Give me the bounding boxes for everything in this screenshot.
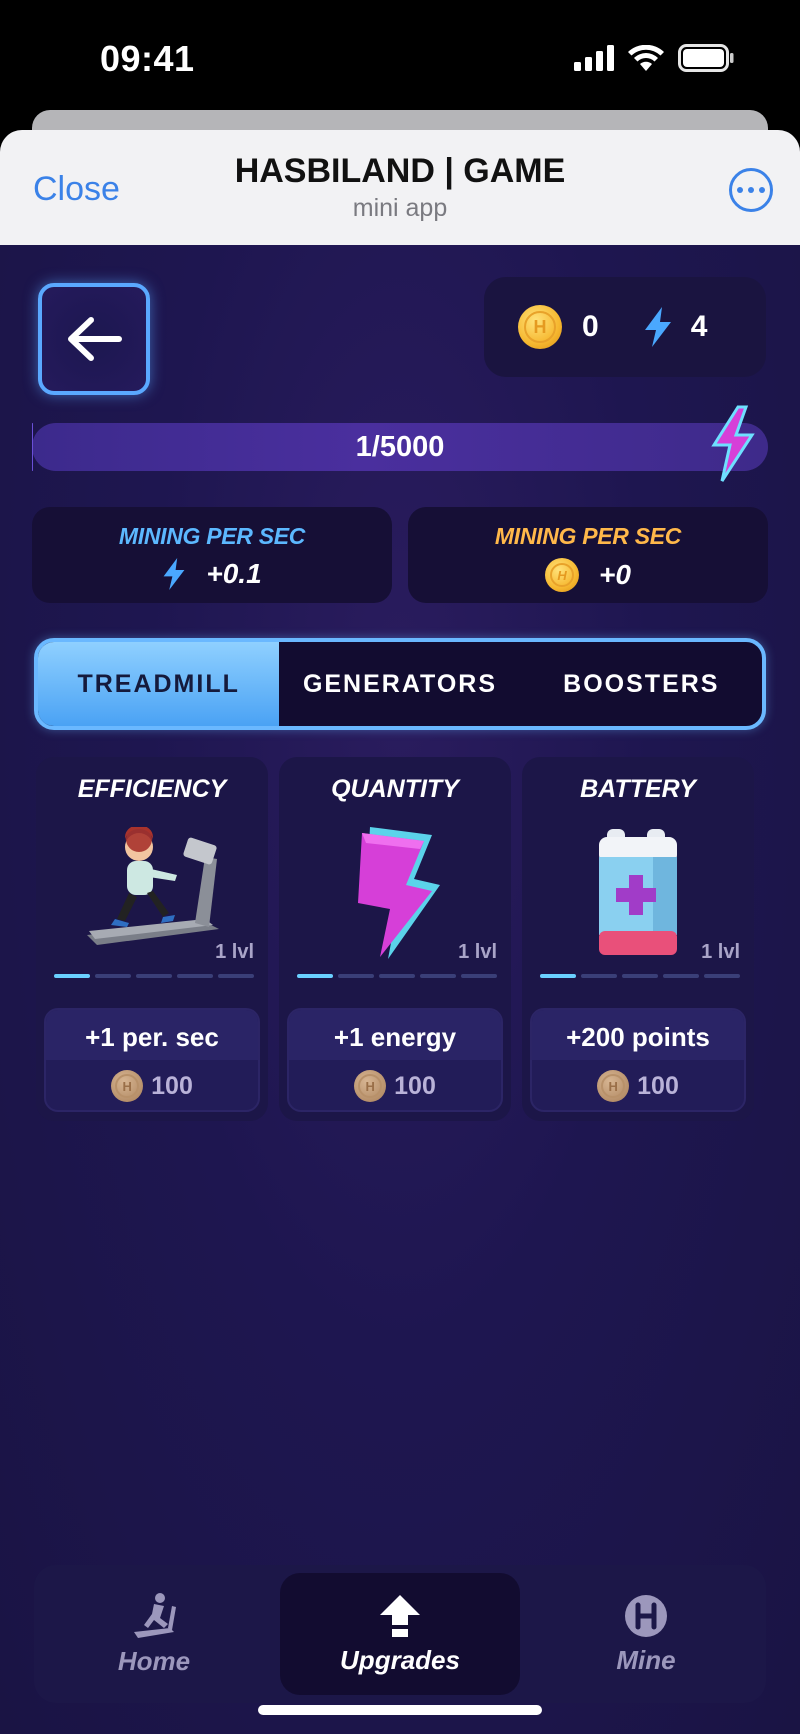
- buy-button[interactable]: +1 per. sec H 100: [44, 1008, 260, 1112]
- balance-panel: H 0 4: [484, 277, 766, 377]
- level-segment: [177, 974, 213, 978]
- level-progress: [297, 974, 497, 978]
- coin-icon: H: [597, 1070, 630, 1102]
- level-label: 1 lvl: [701, 941, 740, 963]
- level-segment: [420, 974, 456, 978]
- bonus-label: +200 points: [532, 1010, 744, 1060]
- level-progress: [540, 974, 740, 978]
- energy-balance: 4: [690, 310, 708, 343]
- battery-status-icon: [678, 44, 734, 72]
- level-segment: [338, 974, 374, 978]
- coin-balance: 0: [582, 310, 599, 343]
- level-segment: [540, 974, 576, 978]
- upgrade-tabs: TREADMILL GENERATORS BOOSTERS: [34, 638, 766, 730]
- status-icons: [574, 44, 734, 72]
- mining-energy-value: +0.1: [206, 558, 262, 589]
- mini-app-title: HASBILAND | GAME: [234, 152, 566, 190]
- mining-energy-title: MINING PER SEC: [118, 523, 306, 549]
- battery-icon: [599, 829, 677, 955]
- level-progress: [54, 974, 254, 978]
- status-bar: 09:41: [0, 0, 800, 120]
- treadmill-runner-icon: [87, 827, 219, 945]
- lightning-icon: [644, 307, 671, 347]
- level-segment: [622, 974, 658, 978]
- treadmill-icon: [134, 1592, 176, 1638]
- home-indicator: [258, 1705, 542, 1715]
- nav-mine[interactable]: Mine: [526, 1565, 766, 1703]
- card-title: BATTERY: [580, 775, 696, 803]
- price-value: 100: [151, 1071, 193, 1100]
- app-screen: H 0 4 1/5000 MINING PER SEC +0.1 MINING …: [0, 245, 800, 1734]
- lightning-icon: [163, 558, 185, 590]
- progress-label: 1/5000: [355, 431, 445, 463]
- card-image: [522, 827, 754, 957]
- level-segment: [218, 974, 254, 978]
- nav-label: Mine: [616, 1644, 676, 1675]
- coin-icon: H: [354, 1070, 387, 1102]
- price-value: 100: [637, 1071, 679, 1100]
- mining-coin-title: MINING PER SEC: [494, 523, 682, 549]
- coin-icon: H: [545, 558, 580, 592]
- back-button[interactable]: [38, 283, 150, 395]
- card-title: EFFICIENCY: [77, 775, 227, 803]
- nav-label: Upgrades: [340, 1644, 460, 1675]
- coin-icon: H: [111, 1070, 144, 1102]
- energy-progress-bar: 1/5000: [32, 405, 768, 482]
- cellular-signal-icon: [574, 45, 614, 71]
- wifi-icon: [628, 45, 664, 71]
- mini-app-header: Close HASBILAND | GAME mini app: [0, 130, 800, 245]
- card-image: [279, 827, 511, 959]
- upgrade-card-quantity: QUANTITY 1 lvl +1 energy H 100: [279, 757, 511, 1121]
- tab-generators[interactable]: GENERATORS: [279, 642, 520, 726]
- level-segment: [54, 974, 90, 978]
- more-dot-icon: [759, 187, 765, 193]
- mining-coin-card: MINING PER SEC H +0: [408, 507, 768, 603]
- mining-energy-card: MINING PER SEC +0.1: [32, 507, 392, 603]
- level-segment: [581, 974, 617, 978]
- level-label: 1 lvl: [215, 941, 254, 963]
- lightning-bolt-icon: [711, 405, 755, 482]
- mini-app-subtitle: mini app: [352, 194, 448, 222]
- nav-label: Home: [117, 1645, 191, 1676]
- level-segment: [379, 974, 415, 978]
- bonus-label: +1 per. sec: [46, 1010, 258, 1060]
- coin-icon: H: [518, 305, 562, 349]
- level-segment: [461, 974, 497, 978]
- status-time: 09:41: [100, 38, 195, 79]
- more-dot-icon: [748, 187, 754, 193]
- more-dot-icon: [737, 187, 743, 193]
- tab-boosters[interactable]: BOOSTERS: [521, 642, 762, 726]
- buy-button[interactable]: +200 points H 100: [530, 1008, 746, 1112]
- lightning-bolt-icon: [358, 827, 440, 959]
- bonus-label: +1 energy: [289, 1010, 501, 1060]
- more-options-button[interactable]: [729, 168, 773, 212]
- level-label: 1 lvl: [458, 941, 497, 963]
- level-segment: [95, 974, 131, 978]
- level-segment: [136, 974, 172, 978]
- bottom-nav: Home Upgrades Mine: [34, 1565, 766, 1703]
- price-value: 100: [394, 1071, 436, 1100]
- upgrade-card-efficiency: EFFICIENCY 1 lvl +1 per. sec H 100: [36, 757, 268, 1121]
- nav-upgrades[interactable]: Upgrades: [280, 1573, 520, 1695]
- arrow-left-icon: [68, 317, 122, 361]
- level-segment: [297, 974, 333, 978]
- mining-coin-value: +0: [599, 559, 631, 590]
- card-title: QUANTITY: [331, 775, 459, 803]
- card-image: [36, 827, 268, 957]
- level-segment: [704, 974, 740, 978]
- h-coin-icon: [625, 1594, 667, 1637]
- buy-button[interactable]: +1 energy H 100: [287, 1008, 503, 1112]
- nav-home[interactable]: Home: [34, 1565, 274, 1703]
- upgrade-card-battery: BATTERY 1 lvl +200 points H 100: [522, 757, 754, 1121]
- upgrade-arrow-icon: [380, 1594, 420, 1637]
- level-segment: [663, 974, 699, 978]
- tab-treadmill[interactable]: TREADMILL: [38, 642, 280, 726]
